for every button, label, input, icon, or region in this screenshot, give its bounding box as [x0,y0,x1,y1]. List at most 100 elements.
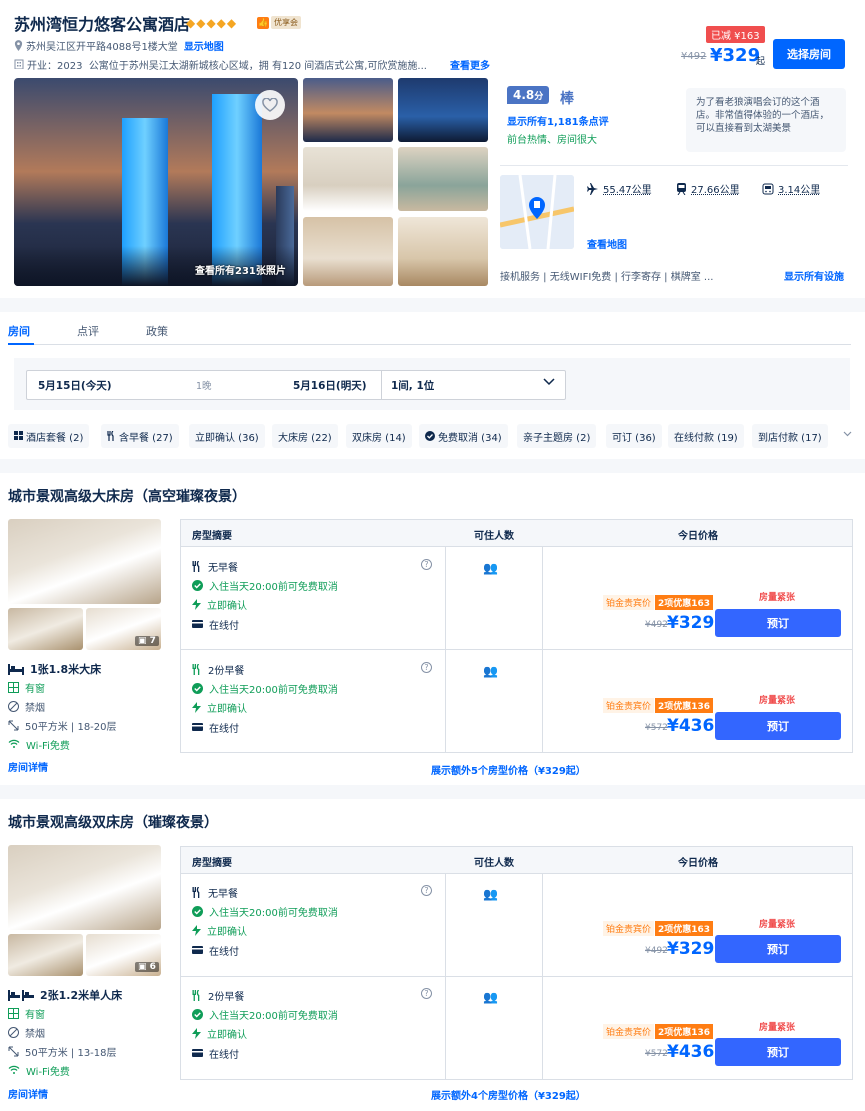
checkout-date[interactable]: 5月16日(明天) [293,378,367,393]
promo-tag[interactable]: 2项优惠136 [655,698,714,713]
filter-package[interactable]: 酒店套餐 (2) [8,424,90,448]
card-icon [192,722,203,733]
window-attr: 有窗 [8,1006,45,1021]
filter-online-pay[interactable]: 在线付款 (19) [668,424,744,448]
hotel-info-line: 开业：2023 公寓位于苏州吴江太湖新城核心区域，拥 有120 间酒店式公寓,可… [14,57,494,72]
filter-family-theme[interactable]: 亲子主题房 (2) [517,424,597,448]
metro-icon [762,183,774,195]
room-details-link[interactable]: 房间详情 [8,759,48,774]
vip-price-tag: 铂金贵宾价 [603,1024,655,1039]
room-thumbnail[interactable] [8,608,83,650]
help-icon[interactable]: ? [421,559,432,570]
instant-confirm: 立即确认 [192,923,247,938]
promo-tag[interactable]: 2项优惠136 [655,1024,714,1039]
view-all-photos-link[interactable]: 查看所有231张照片 [195,262,286,277]
instant-confirm: 立即确认 [192,597,247,612]
room-title: 城市景观高级大床房（高空璀璨夜景） [8,489,246,505]
offer-price: ¥329 [667,613,715,633]
wifi-attr: Wi-Fi免费 [8,1063,70,1078]
filter-twin-bed[interactable]: 双床房 (14) [346,424,412,448]
filter-instant-confirm[interactable]: 立即确认 (36) [189,424,265,448]
cutlery-icon [192,560,202,573]
thumbnail-photo[interactable] [303,217,393,286]
offer-price: ¥436 [667,1042,715,1062]
review-tags: 前台热情、房间很大 [507,135,597,146]
checkin-date[interactable]: 5月15日(今天) [38,378,112,393]
tab-rooms[interactable]: 房间 [8,323,30,339]
location-pin-icon [14,39,23,52]
offer-price: ¥329 [667,939,715,959]
choose-room-button[interactable]: 选择房间 [773,39,845,69]
distance-train: 27.66公里 [676,181,740,196]
card-icon [192,1048,203,1059]
room-details-link[interactable]: 房间详情 [8,1086,48,1101]
thumbnail-photo[interactable] [398,147,488,211]
instant-confirm: 立即确认 [192,700,247,715]
filter-free-cancel[interactable]: 免费取消 (34) [419,424,508,448]
area-attr: 50平方米 | 13-18层 [8,1044,117,1059]
mini-map[interactable] [500,175,574,249]
filter-available[interactable]: 可订 (36) [606,424,662,448]
bed-type: 1张1.8米大床 [8,661,101,677]
chevron-down-icon[interactable] [543,376,555,389]
lightning-icon [192,701,201,714]
original-price: ¥492 [681,51,707,62]
bed-icon [8,663,24,676]
building-icon [14,59,24,70]
all-facilities-link[interactable]: 显示所有设施 [784,268,844,283]
thumbnail-photo[interactable] [398,217,488,286]
window-icon [8,681,19,694]
book-button[interactable]: 预订 [715,935,841,963]
thumbnail-photo[interactable] [303,78,393,142]
promo-tag[interactable]: 2项优惠163 [655,921,714,936]
smoking-attr: 禁烟 [8,699,45,714]
room-photo[interactable] [8,519,161,604]
thumbnail-photo[interactable] [398,78,488,142]
view-map-link[interactable]: 查看地图 [587,236,627,251]
more-rates-link[interactable]: 展示额外4个房型价格（¥329起） [431,1087,586,1102]
all-reviews-link[interactable]: 显示所有1,181条点评 [507,113,609,128]
see-more-link[interactable]: 查看更多 [450,57,490,72]
distance-metro: 3.14公里 [762,181,820,196]
breakfast-info: 2份早餐 [192,662,244,677]
room-thumbnail[interactable] [8,934,83,976]
cutlery-icon [192,989,202,1002]
more-rates-link[interactable]: 展示额外5个房型价格（¥329起） [431,762,586,777]
help-icon[interactable]: ? [421,885,432,896]
member-badge-label: 优享会 [271,16,301,29]
book-button[interactable]: 预订 [715,1038,841,1066]
help-icon[interactable]: ? [421,988,432,999]
package-icon [14,431,23,442]
payment-method: 在线付 [192,1046,239,1061]
tab-policy[interactable]: 政策 [146,323,168,339]
filter-breakfast[interactable]: 含早餐 (27) [101,424,179,448]
book-button[interactable]: 预订 [715,609,841,637]
cutlery-icon [192,886,202,899]
wifi-attr: Wi-Fi免费 [8,737,70,752]
thumbnail-photo[interactable] [303,147,393,211]
help-icon[interactable]: ? [421,662,432,673]
cancel-policy: 入住当天20:00前可免费取消 [192,578,338,593]
lightning-icon [192,598,201,611]
photo-count-badge: ▣ 7 [135,636,159,646]
window-icon [8,1007,19,1020]
promo-tag[interactable]: 2项优惠163 [655,595,714,610]
tab-reviews[interactable]: 点评 [77,323,99,339]
person-icon: 👥 [483,561,499,575]
filter-pay-at-hotel[interactable]: 到店付款 (17) [752,424,828,448]
favorite-heart-icon[interactable] [255,90,285,120]
area-attr: 50平方米 | 18-20层 [8,718,117,733]
book-button[interactable]: 预订 [715,712,841,740]
no-smoking-icon [8,700,19,713]
room-photo[interactable] [8,845,161,930]
chevron-down-icon[interactable] [843,428,852,441]
cutlery-icon [107,430,116,442]
person-icon: 👥 [483,990,499,1004]
original-price: ¥492 [645,946,668,956]
hotel-name: 苏州湾恒力悠客公寓酒店 [14,15,191,34]
header-price: 今日价格 [678,531,718,542]
show-map-link[interactable]: 显示地图 [184,38,224,53]
filter-king-bed[interactable]: 大床房 (22) [272,424,338,448]
guests-value: 1间, 1位 [391,380,435,392]
original-price: ¥572 [645,1049,668,1059]
